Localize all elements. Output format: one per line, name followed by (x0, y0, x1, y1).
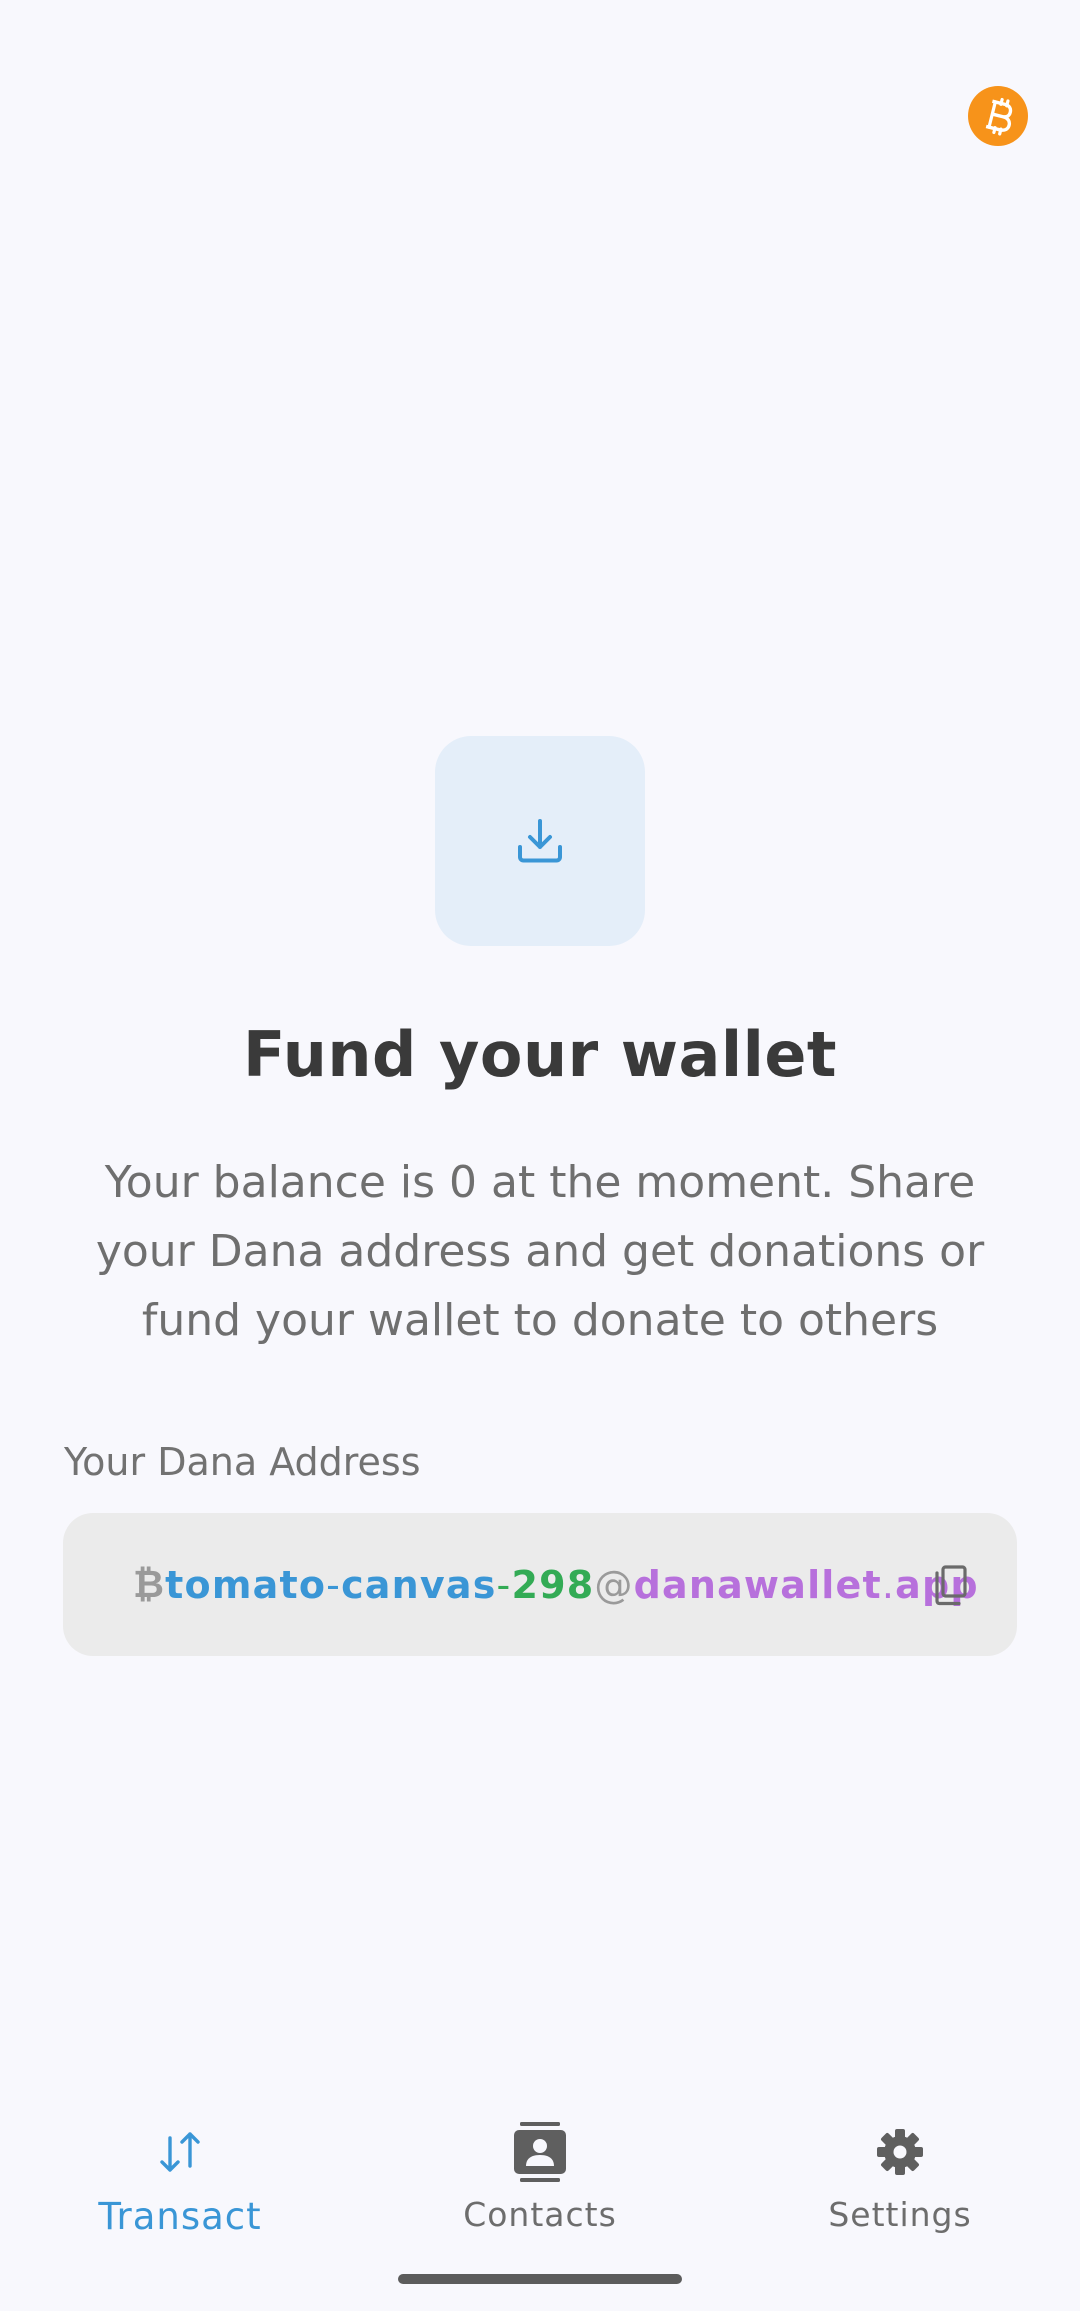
address-label: Your Dana Address (64, 1440, 421, 1484)
address-sep2: - (496, 1562, 512, 1607)
address-word2: canvas (341, 1562, 497, 1607)
tab-transact[interactable]: Transact (0, 2090, 360, 2260)
contacts-icon (514, 2122, 566, 2182)
address-sep1: - (326, 1562, 342, 1607)
bitcoin-icon[interactable] (968, 86, 1028, 146)
transfer-arrows-icon (160, 2132, 200, 2172)
fund-illustration (435, 736, 645, 946)
tab-settings-label: Settings (828, 2195, 972, 2234)
balance-description: Your balance is 0 at the moment. Share y… (95, 1157, 985, 1346)
address-at: @ (594, 1562, 634, 1607)
address-dot: . (881, 1562, 896, 1607)
address-number: 298 (511, 1562, 595, 1607)
download-icon (518, 819, 562, 863)
address-domain: danawallet (633, 1562, 882, 1607)
copy-button[interactable] (921, 1555, 981, 1615)
dana-address[interactable]: ₿ tomato - canvas - 298 @ danawallet . a… (133, 1513, 979, 1656)
address-field[interactable]: ₿ tomato - canvas - 298 @ danawallet . a… (63, 1513, 1017, 1656)
page-title: Fund your wallet (242, 1018, 838, 1091)
address-word1: tomato (165, 1562, 327, 1607)
home-indicator[interactable] (398, 2274, 682, 2284)
tab-contacts-label: Contacts (463, 2195, 617, 2234)
tab-settings[interactable]: Settings (720, 2090, 1080, 2260)
tab-transact-label: Transact (98, 2195, 262, 2238)
tab-contacts[interactable]: Contacts (360, 2090, 720, 2260)
address-prefix: ₿ (133, 1562, 166, 1606)
gear-icon (877, 2129, 923, 2175)
copy-icon (935, 1565, 967, 1606)
